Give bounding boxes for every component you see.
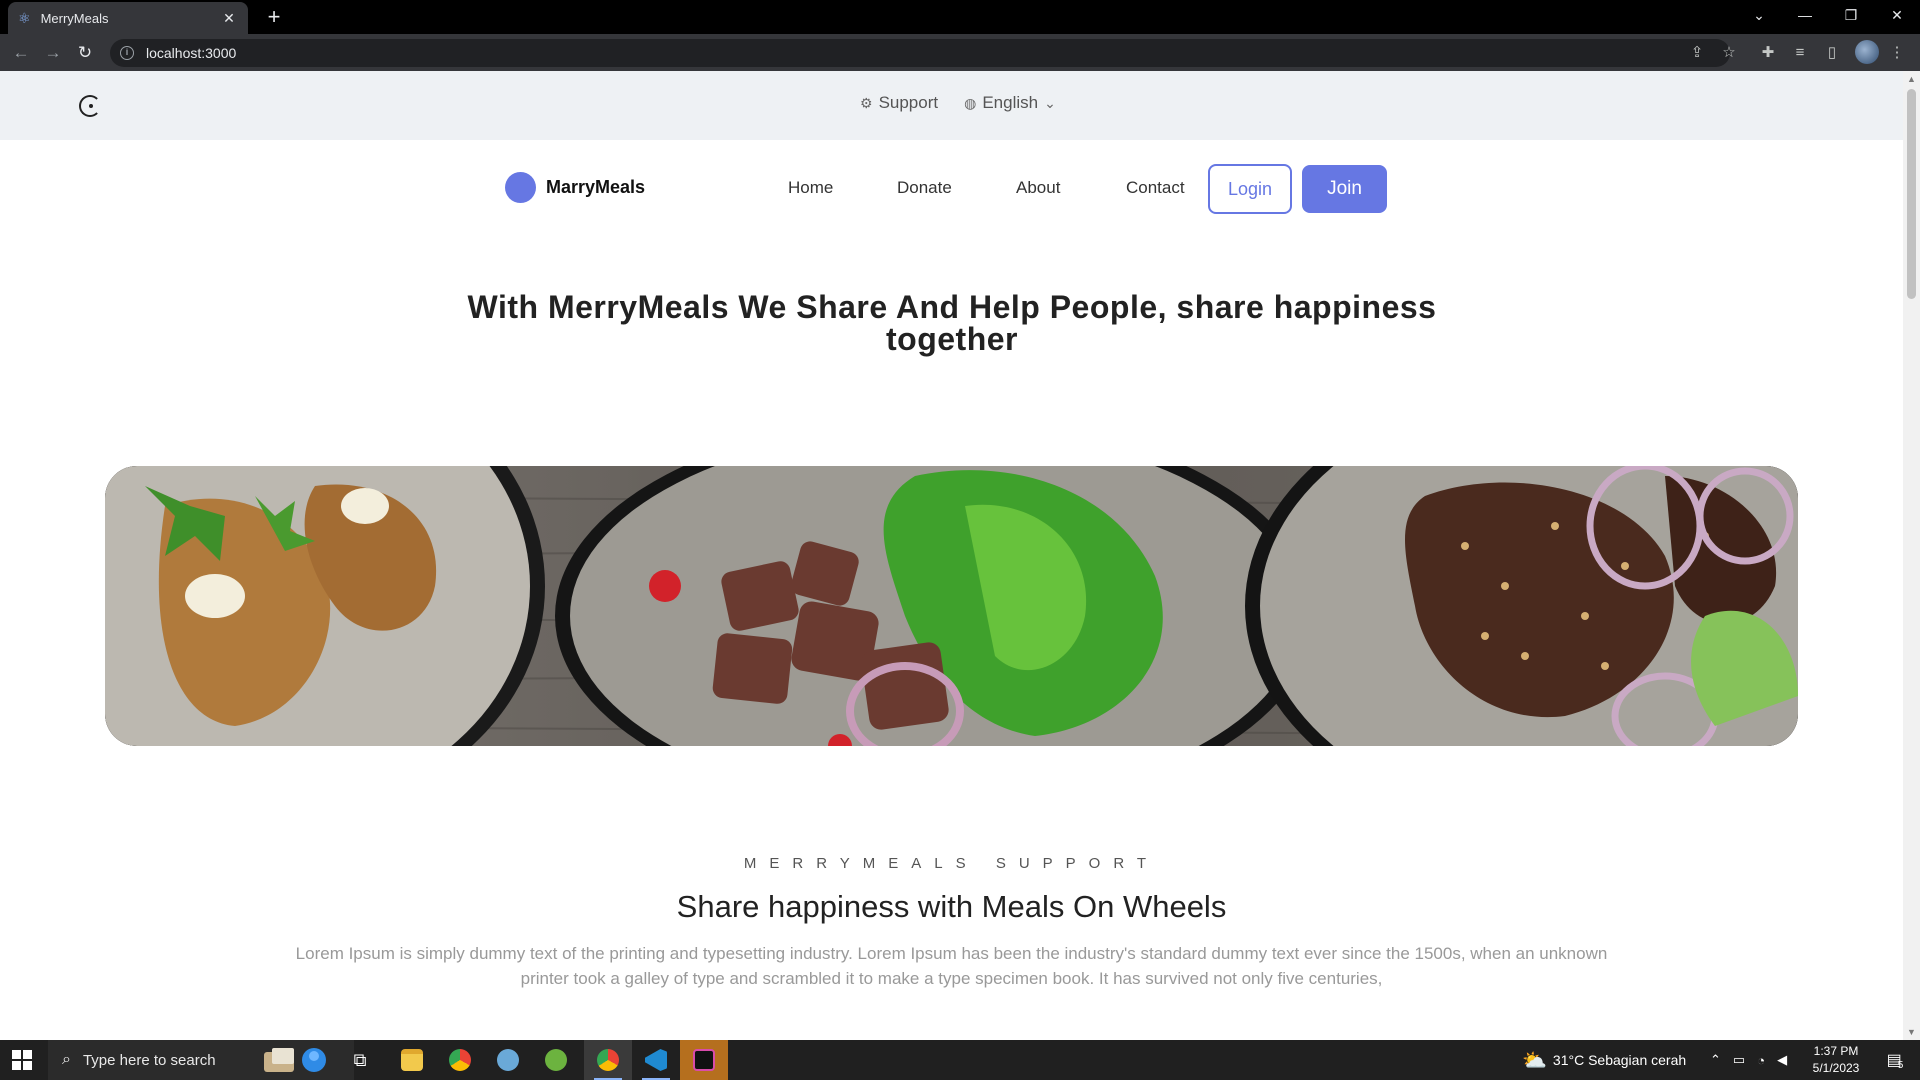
tray-chevron-up-icon[interactable]: ⌃ [1710,1052,1721,1068]
brand-logo[interactable]: MarryMeals [505,172,645,203]
search-placeholder: Type here to search [82,1051,216,1069]
brand-name: MarryMeals [546,177,646,197]
back-icon[interactable]: ← [8,40,34,66]
language-label: English [982,93,1039,112]
language-select[interactable]: ◍ English ⌄ [964,93,1056,113]
volume-icon[interactable]: ◀ [1777,1052,1787,1068]
new-tab-icon[interactable]: + [260,4,288,30]
taskbar-clock[interactable]: 1:37 PM 5/1/2023 [1808,1043,1864,1077]
reading-list-icon[interactable]: ≡ [1788,41,1812,65]
globe-icon: ◍ [964,94,977,111]
support-label: Support [878,93,939,112]
react-icon: ⚛ [18,10,31,26]
search-highlight-art-icon [264,1048,326,1072]
windows-taskbar: ⌕ Type here to search ⧉ ⛅ 31°C Sebagian … [0,1040,1920,1080]
weather-cloud-sun-icon: ⛅ [1522,1049,1547,1072]
weather-widget[interactable]: ⛅ 31°C Sebagian cerah [1522,1040,1686,1080]
extensions-icon[interactable]: ✚ [1756,41,1780,65]
page-viewport: ⚙ Support ◍ English ⌄ MarryMeals Home Do… [0,71,1903,1040]
notification-count: 5 [1897,1059,1904,1071]
clock-time: 1:37 PM [1813,1044,1859,1058]
section-body: Lorem Ipsum is simply dummy text of the … [295,944,1608,988]
chrome-profile-app-icon[interactable] [584,1040,632,1080]
utility-bar: ⚙ Support ◍ English ⌄ [0,71,1903,140]
chrome-menu-icon[interactable]: ⋮ [1885,41,1909,65]
logo-circle [505,172,536,203]
restore-icon[interactable]: ❐ [1828,0,1874,34]
scroll-down-arrow-icon[interactable]: ▼ [1903,1024,1920,1040]
minimize-icon[interactable]: — [1782,0,1828,34]
settings-app-icon[interactable] [484,1040,532,1080]
page-scrollbar[interactable]: ▲ ▼ [1903,71,1920,1040]
nav-contact[interactable]: Contact [1126,178,1185,198]
tab-title: MerryMeals [40,10,109,26]
tab-search-icon[interactable]: ⌄ [1736,0,1782,34]
join-button[interactable]: Join [1302,165,1387,213]
meet-icon[interactable]: ▭ [1733,1052,1745,1068]
bookmark-star-icon[interactable]: ☆ [1717,41,1741,65]
browser-tab-strip: ⚛ MerryMeals ✕ + ⌄ — ❐ ✕ [0,0,1920,34]
nav-about[interactable]: About [1016,178,1060,198]
section-kicker: MERRYMEALS SUPPORT [743,855,1160,872]
system-tray: ⌃ ▭ ◔ ◀ [1710,1040,1787,1080]
address-bar[interactable]: i localhost:3000 [110,39,1730,67]
login-button[interactable]: Login [1208,164,1292,214]
section-title: Share happiness with Meals On Wheels [676,889,1227,924]
site-info-icon[interactable]: i [120,46,134,60]
search-icon: ⌕ [62,1051,71,1068]
nav-home[interactable]: Home [788,178,833,198]
vscode-icon[interactable] [632,1040,680,1080]
wifi-icon[interactable]: ◔ [1757,1053,1765,1068]
support-icon: ⚙ [860,94,873,111]
windows-start-icon[interactable] [12,1050,32,1070]
clock-date: 5/1/2023 [1812,1061,1860,1075]
hero-title: With MerryMeals We Share And Help People… [467,289,1437,357]
forward-icon[interactable]: → [40,40,66,66]
spring-tool-icon[interactable] [532,1040,580,1080]
hero-food-image [105,466,1798,746]
side-panel-icon[interactable]: ▯ [1820,41,1844,65]
task-view-icon[interactable]: ⧉ [336,1040,384,1080]
weather-text: 31°C Sebagian cerah [1552,1052,1687,1068]
url-text: localhost:3000 [146,45,237,61]
close-tab-icon[interactable]: ✕ [220,10,238,27]
intellij-icon[interactable] [680,1040,728,1080]
scroll-thumb[interactable] [1907,89,1916,299]
share-icon[interactable]: ⇪ [1685,41,1709,65]
reload-icon[interactable]: ↻ [72,40,98,66]
browser-tab[interactable]: ⚛ MerryMeals ✕ [8,2,248,34]
notifications-icon[interactable]: ▤ 5 [1880,1040,1910,1080]
loader-dot [89,104,93,108]
browser-toolbar: ← → ↻ i localhost:3000 ⇪ ☆ ✚ ≡ ▯ ⋮ [0,34,1920,71]
food-plates-illustration [105,466,1798,746]
nav-donate[interactable]: Donate [897,178,952,198]
profile-avatar[interactable] [1855,40,1879,64]
utility-links: ⚙ Support ◍ English ⌄ [860,93,1056,113]
scroll-up-arrow-icon[interactable]: ▲ [1903,71,1920,87]
chevron-down-icon: ⌄ [1044,94,1056,111]
window-close-icon[interactable]: ✕ [1874,0,1920,34]
support-link[interactable]: ⚙ Support [860,93,938,113]
file-explorer-icon[interactable] [388,1040,436,1080]
chrome-app-icon[interactable] [436,1040,484,1080]
